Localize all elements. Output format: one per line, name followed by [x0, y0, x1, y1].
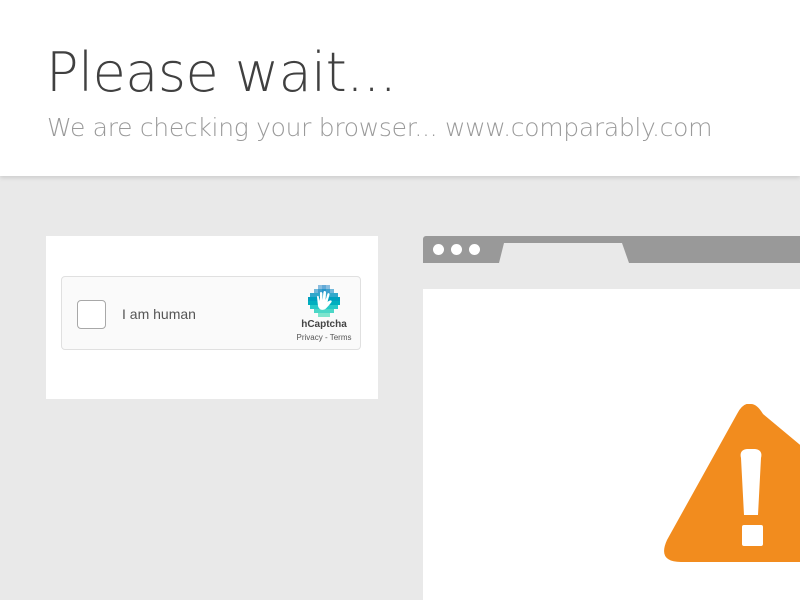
browser-toolbar [423, 236, 800, 263]
human-checkbox-label[interactable]: I am human [122, 306, 196, 322]
hcaptcha-widget: I am human hCaptcha Privacy - Terms [61, 276, 361, 350]
human-checkbox[interactable] [77, 300, 106, 329]
captcha-card: I am human hCaptcha Privacy - Terms [46, 236, 378, 399]
window-dot [469, 244, 480, 255]
hcaptcha-links: Privacy - Terms [288, 333, 360, 342]
page-subtitle: We are checking your browser... www.comp… [47, 113, 713, 142]
browser-illustration [423, 236, 800, 600]
window-dot [451, 244, 462, 255]
terms-link[interactable]: Terms [330, 333, 352, 342]
link-separator: - [322, 333, 330, 342]
page-header: Please wait... We are checking your brow… [0, 0, 800, 176]
hcaptcha-brand: hCaptcha [301, 319, 347, 330]
privacy-link[interactable]: Privacy [297, 333, 323, 342]
browser-tab [499, 243, 629, 263]
page-title: Please wait... [46, 41, 397, 104]
hcaptcha-hand-icon [308, 285, 340, 317]
warning-triangle-icon [664, 404, 800, 562]
window-dot [433, 244, 444, 255]
